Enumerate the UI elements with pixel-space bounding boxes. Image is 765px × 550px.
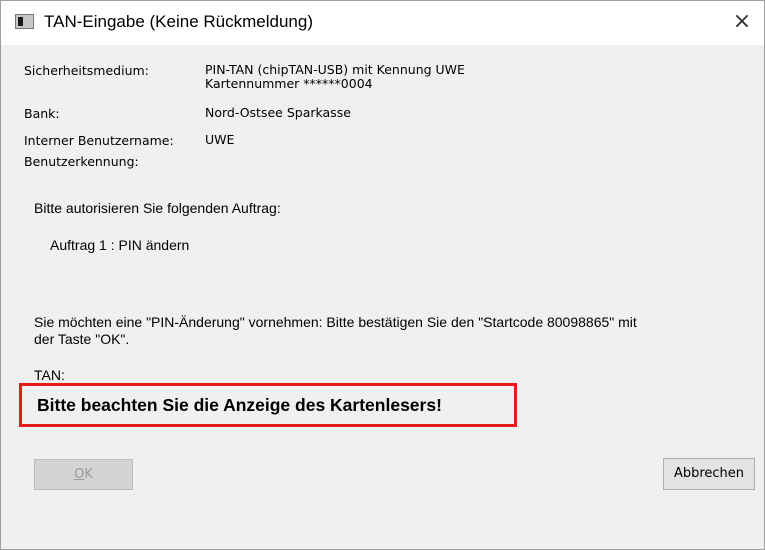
authorize-prompt: Bitte autorisieren Sie folgenden Auftrag… [34,200,281,216]
ok-label-rest: K [84,467,93,482]
app-window-icon [15,14,34,29]
bank-value: Nord-Ostsee Sparkasse [205,105,351,120]
internal-username-label: Interner Benutzername: [24,133,174,148]
instruction-line-1: Sie möchten eine "PIN-Änderung" vornehme… [34,314,637,330]
order-text: Auftrag 1 : PIN ändern [50,237,190,253]
tan-label: TAN: [34,367,65,383]
ok-mnemonic: O [74,467,85,482]
window-title: TAN-Eingabe (Keine Rückmeldung) [44,12,313,31]
internal-username-value: UWE [205,132,235,147]
title-bar[interactable]: TAN-Eingabe (Keine Rückmeldung) × [1,1,764,45]
cancel-button[interactable]: Abbrechen [663,458,755,490]
card-reader-highlight: Bitte beachten Sie die Anzeige des Karte… [19,383,517,427]
ok-button[interactable]: OK [34,459,133,490]
tan-dialog-window: TAN-Eingabe (Keine Rückmeldung) × Sicher… [0,0,765,550]
close-button[interactable]: × [720,1,764,45]
security-medium-value-line2: Kartennummer ******0004 [205,76,373,91]
security-medium-label: Sicherheitsmedium: [24,63,149,78]
user-id-label: Benutzerkennung: [24,154,139,169]
security-medium-value-line1: PIN-TAN (chipTAN-USB) mit Kennung UWE [205,62,465,77]
card-reader-notice: Bitte beachten Sie die Anzeige des Karte… [37,395,442,415]
bank-label: Bank: [24,106,60,121]
instruction-line-2: der Taste "OK". [34,331,130,347]
